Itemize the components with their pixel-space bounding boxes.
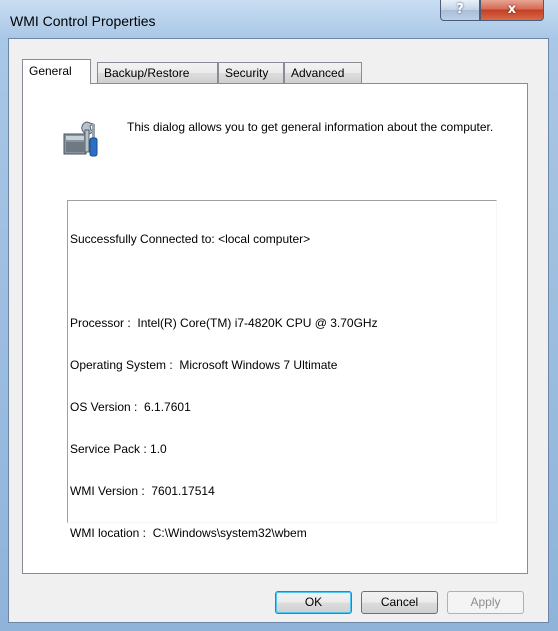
- general-tab-panel: This dialog allows you to get general in…: [22, 83, 528, 574]
- info-line-os: Operating System : Microsoft Windows 7 U…: [70, 358, 338, 372]
- ok-button[interactable]: OK: [275, 591, 352, 614]
- cancel-button[interactable]: Cancel: [361, 591, 438, 614]
- tab-backup-restore-label: Backup/Restore: [104, 66, 190, 80]
- info-line-wmi-version: WMI Version : 7601.17514: [70, 484, 215, 498]
- close-button[interactable]: x: [480, 0, 544, 21]
- apply-button[interactable]: Apply: [447, 591, 524, 614]
- connection-info-box[interactable]: Successfully Connected to: <local comput…: [67, 200, 497, 540]
- info-line-processor: Processor : Intel(R) Core(TM) i7-4820K C…: [70, 316, 378, 330]
- wmi-computer-tools-icon: [63, 121, 98, 157]
- connection-status: Successfully Connected to: <local comput…: [70, 232, 311, 246]
- info-line-wmi-location: WMI location : C:\Windows\system32\wbem: [70, 526, 307, 540]
- tab-security-label: Security: [225, 66, 269, 80]
- tab-general-label: General: [29, 64, 72, 78]
- dialog-body: General Backup/Restore Security Advanced: [8, 38, 549, 623]
- info-line-os-version: OS Version : 6.1.7601: [70, 400, 191, 414]
- tab-general[interactable]: General: [22, 59, 91, 84]
- tab-advanced-label: Advanced: [291, 66, 345, 80]
- window-frame: WMI Control Properties ? x General Backu…: [0, 0, 558, 631]
- tab-backup-restore[interactable]: Backup/Restore: [97, 62, 218, 83]
- help-button[interactable]: ?: [440, 0, 480, 21]
- dialog-description: This dialog allows you to get general in…: [127, 120, 494, 134]
- close-icon: x: [507, 2, 517, 17]
- info-line-service-pack: Service Pack : 1.0: [70, 442, 167, 456]
- tab-advanced[interactable]: Advanced: [284, 62, 362, 83]
- window-title: WMI Control Properties: [10, 13, 156, 29]
- tab-security[interactable]: Security: [218, 62, 284, 83]
- help-icon: ?: [456, 2, 464, 17]
